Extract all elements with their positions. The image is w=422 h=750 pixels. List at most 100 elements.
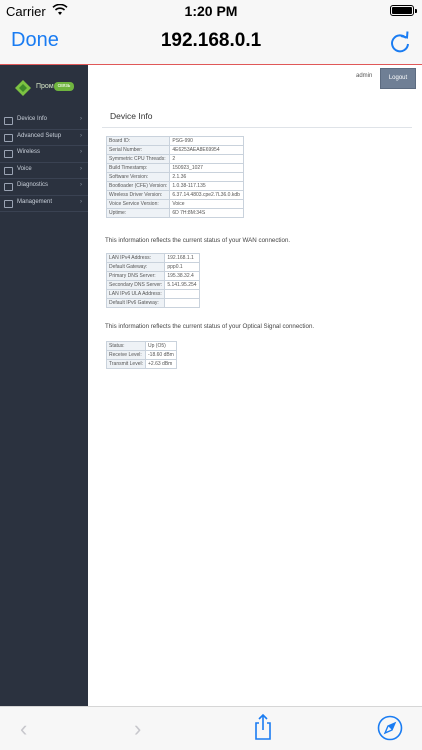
chevron-right-icon: › (80, 149, 82, 155)
page-title: Device Info (110, 111, 153, 121)
table-row: Symmetric CPU Threads: 2 (105, 154, 245, 164)
wan-status-note: This information reflects the current st… (105, 237, 291, 244)
battery-icon (390, 5, 417, 16)
menu-item-label: Management (17, 198, 53, 205)
navigation-bar: Done 192.168.0.1 (0, 22, 422, 64)
chevron-right-icon: › (80, 165, 82, 172)
row-value (164, 289, 200, 299)
title-divider (102, 127, 412, 128)
table-row: Transmit Level: +2.63 dBm (106, 359, 177, 369)
toolbox-icon (4, 199, 13, 208)
menu-item-device-info[interactable]: Device Info › (0, 113, 88, 130)
table-row: Status: Up (O5) (106, 341, 177, 351)
row-key: Build Timestamp: (105, 163, 171, 173)
row-value: PSG-990 (169, 136, 245, 146)
row-value: 5.141.95.254 (164, 280, 200, 290)
row-key: LAN IPv4 Address: (105, 253, 166, 263)
row-key: Default IPv6 Gateway: (105, 298, 166, 308)
row-key: Transmit Level: (106, 359, 146, 369)
table-row: LAN IPv6 ULA Address: (105, 289, 200, 299)
chevron-right-icon: › (80, 132, 82, 139)
table-row: Primary DNS Server: 195.38.32.4 (105, 271, 200, 281)
table-row: Receive Level: -18.60 dBm (106, 350, 177, 360)
share-icon[interactable] (252, 713, 274, 741)
stethoscope-icon (4, 183, 13, 191)
logout-button[interactable]: Logout (380, 68, 416, 89)
row-value: 192.168.1.1 (164, 253, 200, 263)
menu-item-management[interactable]: Management › (0, 196, 88, 212)
row-value: +2.63 dBm (145, 359, 177, 369)
browser-toolbar: ‹ › (0, 706, 422, 750)
row-key: Receive Level: (106, 350, 146, 360)
brand-logo: Пром связь (14, 79, 76, 97)
wireless-icon (4, 150, 13, 158)
menu-item-wireless[interactable]: Wireless › (0, 146, 88, 163)
menu-item-voice[interactable]: Voice › (0, 163, 88, 179)
reload-icon[interactable] (388, 29, 412, 55)
table-row: LAN IPv4 Address: 192.168.1.1 (105, 253, 200, 263)
row-value: 6D 7H:8M:34S (169, 208, 245, 218)
web-view: Пром связь Device Info › Advanced Setup … (0, 65, 422, 706)
router-sidebar: Пром связь Device Info › Advanced Setup … (0, 65, 88, 706)
table-row: Secondary DNS Server: 5.141.95.254 (105, 280, 200, 290)
table-row: Build Timestamp: 150923_1027 (105, 163, 245, 173)
row-key: Board ID: (105, 136, 171, 146)
row-key: Software Version: (105, 172, 171, 182)
row-value: -18.60 dBm (145, 350, 177, 360)
row-value: 195.38.32.4 (164, 271, 200, 281)
back-icon[interactable]: ‹ (20, 716, 27, 742)
row-key: Primary DNS Server: (105, 271, 166, 281)
page-url-title: 192.168.0.1 (160, 30, 262, 51)
optical-status-note: This information reflects the current st… (105, 323, 315, 330)
table-row: Uptime: 6D 7H:8M:34S (105, 208, 245, 218)
row-key: LAN IPv6 ULA Address: (105, 289, 166, 299)
user-name: admin (356, 73, 373, 79)
phone-icon (4, 166, 13, 175)
compass-icon[interactable] (377, 715, 403, 741)
wan-info-table: LAN IPv4 Address: 192.168.1.1 Default Gat… (105, 253, 200, 308)
menu-item-diagnostics[interactable]: Diagnostics › (0, 179, 88, 196)
row-key: Voice Service Version: (105, 199, 171, 209)
row-value: 6.37.14.4803.cpe2.7L36.0.kdb (169, 190, 245, 200)
table-row: Voice Service Version: Voice (105, 199, 245, 209)
menu-item-label: Voice (17, 165, 32, 172)
row-value: ppp0.1 (164, 262, 200, 272)
table-row: Wireless Driver Version: 6.37.14.4803.cpe… (105, 190, 245, 200)
logo-text: Пром (36, 83, 54, 90)
row-value: 150923_1027 (169, 163, 245, 173)
clock: 1:20 PM (184, 3, 238, 19)
table-row: Default IPv6 Gateway: (105, 298, 200, 308)
router-header: admin Logout (88, 65, 422, 91)
menu-item-label: Device Info (17, 116, 48, 122)
menu-item-advanced-setup[interactable]: Advanced Setup › (0, 130, 88, 146)
table-row: Serial Number: 4E6253AEA8E69954 (105, 145, 245, 155)
row-key: Secondary DNS Server: (105, 280, 166, 290)
status-bar: Carrier 1:20 PM (0, 0, 422, 22)
menu-item-label: Advanced Setup (17, 132, 62, 139)
row-value (164, 298, 200, 308)
settings-icon (4, 133, 13, 142)
table-row: Bootloader (CFE) Version: 1.0.38-117.135 (105, 181, 245, 191)
chevron-right-icon: › (80, 198, 82, 205)
table-row: Software Version: 2.1.36 (105, 172, 245, 182)
row-key: Uptime: (105, 208, 171, 218)
row-key: Symmetric CPU Threads: (105, 154, 171, 164)
row-value: Up (O5) (145, 341, 177, 351)
logo-badge: связь (54, 82, 74, 91)
chevron-right-icon: › (80, 116, 82, 122)
row-value: Voice (169, 199, 245, 209)
router-menu: Device Info › Advanced Setup › Wireless … (0, 113, 88, 212)
row-key: Bootloader (CFE) Version: (105, 181, 171, 191)
forward-icon[interactable]: › (134, 716, 141, 742)
row-value: 2.1.36 (169, 172, 245, 182)
optical-info-table: Status: Up (O5) Receive Level: -18.60 dBm … (106, 341, 177, 369)
table-row: Default Gateway: ppp0.1 (105, 262, 200, 272)
row-key: Status: (106, 341, 146, 351)
menu-item-label: Wireless (17, 149, 41, 155)
device-info-table: Board ID: PSG-990 Serial Number: 4E6253AEA… (105, 136, 245, 218)
table-row: Board ID: PSG-990 (105, 136, 245, 146)
menu-item-label: Diagnostics (17, 182, 49, 188)
logo-mark-icon (15, 80, 31, 96)
monitor-icon (4, 117, 13, 125)
row-value: 4E6253AEA8E69954 (169, 145, 245, 155)
